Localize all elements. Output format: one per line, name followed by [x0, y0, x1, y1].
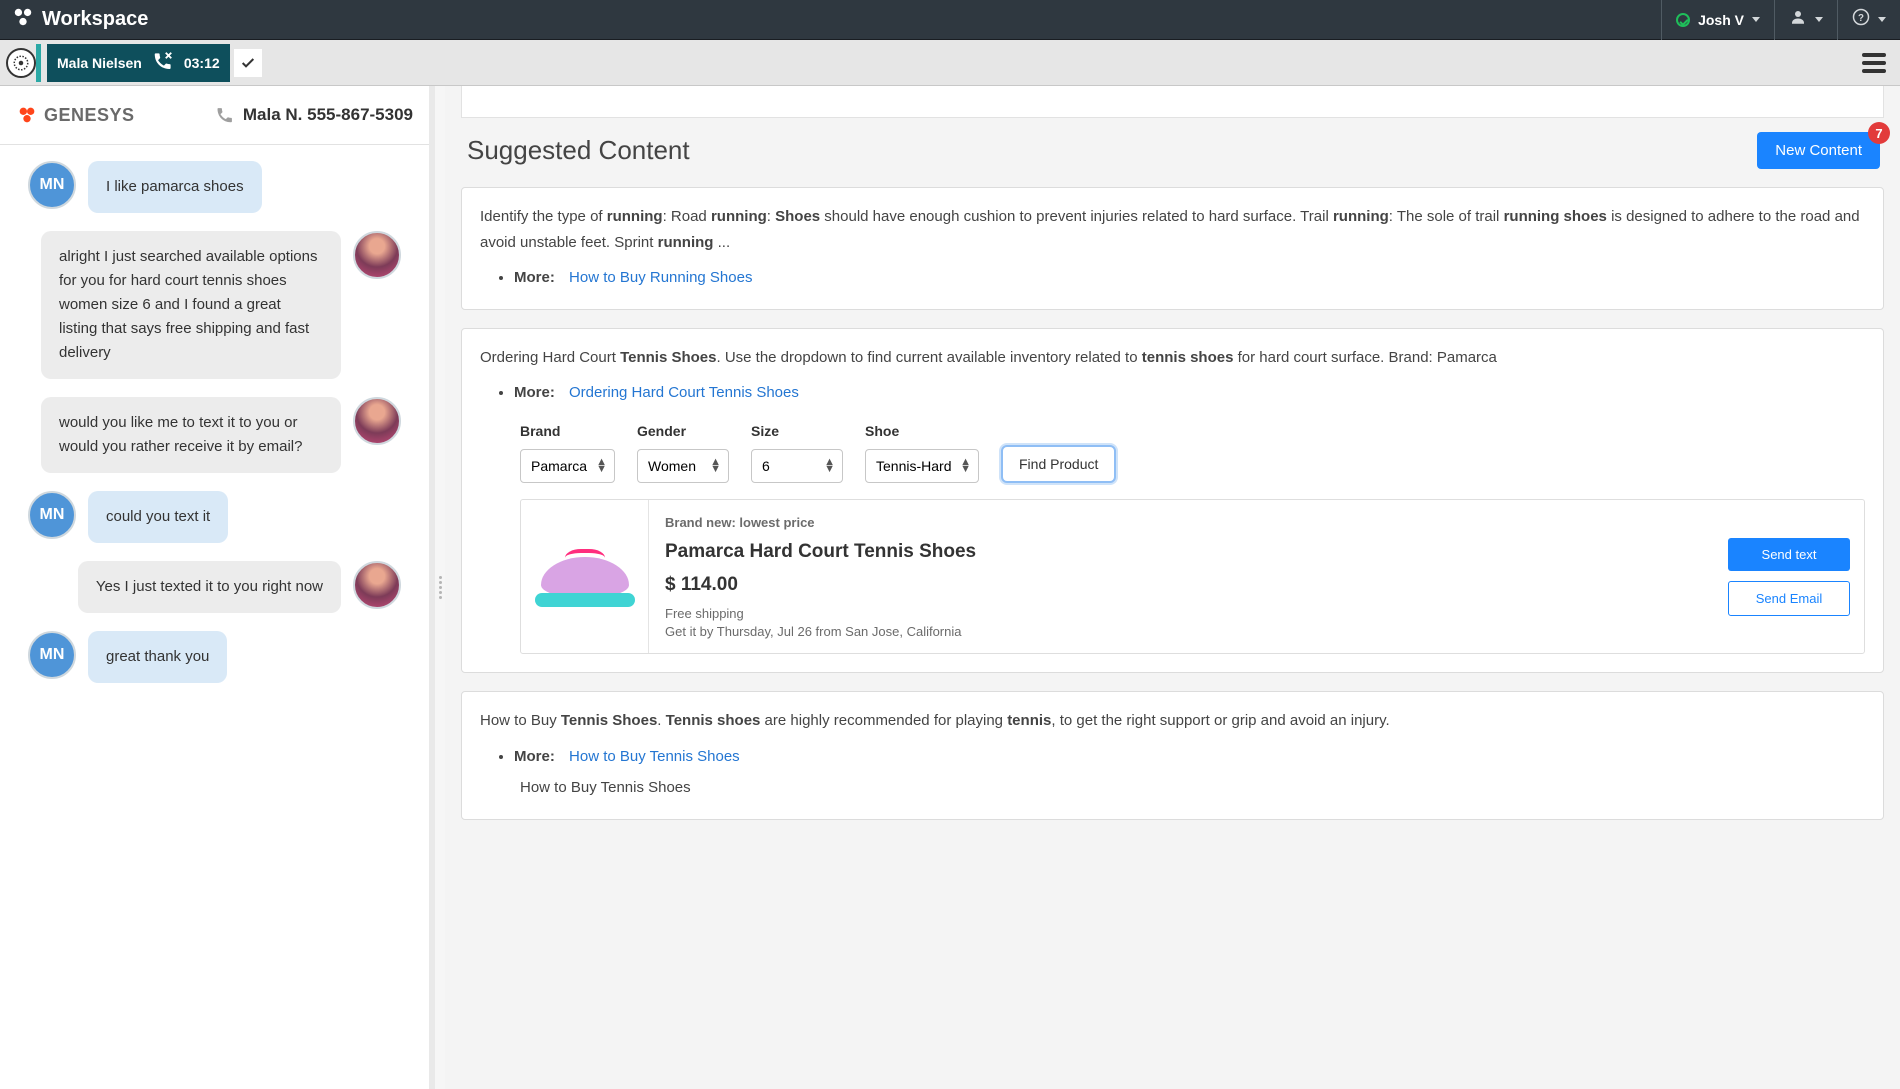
send-text-button[interactable]: Send text	[1728, 538, 1850, 571]
menu-button[interactable]	[1862, 53, 1886, 73]
chat-pane: GENESYS Mala N. 555-867-5309 MN I like p…	[0, 86, 435, 1089]
sub-heading: How to Buy Tennis Shoes	[520, 775, 1865, 801]
contacts-menu[interactable]	[1774, 0, 1837, 40]
call-timer: 03:12	[184, 55, 220, 71]
message-row: alright I just searched available option…	[28, 231, 401, 379]
more-label: More:	[514, 748, 555, 765]
caller-display: Mala N. 555-867-5309	[243, 105, 413, 125]
suggestion-card: Ordering Hard Court Tennis Shoes. Use th…	[461, 328, 1884, 674]
brand-name: GENESYS	[44, 105, 135, 126]
call-contact-name: Mala Nielsen	[57, 55, 142, 71]
product-condition: Brand new: lowest price	[665, 512, 1698, 534]
top-bar: Workspace Josh V ?	[0, 0, 1900, 40]
suggestion-text: Identify the type of running: Road runni…	[480, 204, 1865, 255]
message-row: would you like me to text it to you or w…	[28, 397, 401, 473]
suggestion-text: Ordering Hard Court Tennis Shoes. Use th…	[480, 345, 1865, 371]
caret-down-icon	[1752, 17, 1760, 22]
pane-splitter[interactable]	[435, 86, 445, 1089]
message-bubble: alright I just searched available option…	[41, 231, 341, 379]
svg-text:?: ?	[1858, 13, 1864, 24]
gender-select[interactable]: Women	[637, 449, 729, 483]
phone-icon	[215, 105, 235, 125]
more-label: More:	[514, 269, 555, 286]
content-top-placeholder	[461, 86, 1884, 118]
workspace-icon	[12, 6, 34, 34]
user-name: Josh V	[1698, 12, 1744, 28]
product-name: Pamarca Hard Court Tennis Shoes	[665, 536, 1698, 568]
mark-done-button[interactable]	[234, 49, 262, 77]
suggestion-card: Identify the type of running: Road runni…	[461, 187, 1884, 310]
more-link[interactable]: How to Buy Running Shoes	[569, 269, 752, 286]
avatar	[353, 561, 401, 609]
help-menu[interactable]: ?	[1837, 0, 1900, 40]
message-row: Yes I just texted it to you right now	[28, 561, 401, 613]
section-title: Suggested Content	[467, 135, 690, 166]
caret-down-icon	[1815, 17, 1823, 22]
genesys-logo: GENESYS	[16, 104, 135, 126]
size-label: Size	[751, 420, 843, 444]
product-shipping: Free shipping	[665, 605, 1698, 623]
avatar	[353, 397, 401, 445]
product-thumbnail	[521, 500, 649, 653]
send-email-button[interactable]: Send Email	[1728, 581, 1850, 616]
content-pane[interactable]: Suggested Content New Content 7 Identify…	[445, 86, 1900, 1089]
size-select[interactable]: 6	[751, 449, 843, 483]
caret-down-icon	[1878, 17, 1886, 22]
message-bubble: could you text it	[88, 491, 228, 543]
message-bubble: I like pamarca shoes	[88, 161, 262, 213]
suggestion-card: How to Buy Tennis Shoes. Tennis shoes ar…	[461, 691, 1884, 820]
more-link[interactable]: How to Buy Tennis Shoes	[569, 748, 740, 765]
chat-header: GENESYS Mala N. 555-867-5309	[0, 86, 429, 145]
product-result: Brand new: lowest price Pamarca Hard Cou…	[520, 499, 1865, 654]
message-bubble: great thank you	[88, 631, 227, 683]
message-row: MN great thank you	[28, 631, 401, 683]
brand-select[interactable]: Pamarca	[520, 449, 615, 483]
gender-label: Gender	[637, 420, 729, 444]
avatar: MN	[28, 491, 76, 539]
phone-hangup-icon	[152, 50, 174, 75]
help-icon: ?	[1852, 8, 1870, 31]
avatar	[353, 231, 401, 279]
shoe-icon	[535, 547, 635, 607]
person-icon	[1789, 8, 1807, 31]
brand-label: Brand	[520, 420, 615, 444]
product-filters: Brand Pamarca▲▼ Gender Women▲▼ Size 6▲▼ …	[520, 420, 1865, 484]
shoe-label: Shoe	[865, 420, 979, 444]
new-content-button[interactable]: New Content	[1757, 132, 1880, 169]
message-row: MN could you text it	[28, 491, 401, 543]
new-content-badge: 7	[1868, 122, 1890, 144]
shoe-select[interactable]: Tennis-Hard	[865, 449, 979, 483]
more-label: More:	[514, 384, 555, 401]
avatar: MN	[28, 161, 76, 209]
user-menu[interactable]: Josh V	[1661, 0, 1774, 40]
message-row: MN I like pamarca shoes	[28, 161, 401, 213]
app-title: Workspace	[42, 8, 148, 31]
message-bubble: Yes I just texted it to you right now	[78, 561, 341, 613]
status-available-icon	[1676, 13, 1690, 27]
find-product-button[interactable]: Find Product	[1001, 445, 1116, 483]
avatar: MN	[28, 631, 76, 679]
product-price: $ 114.00	[665, 569, 1698, 601]
active-call-indicator	[36, 44, 41, 82]
active-call-tab[interactable]: Mala Nielsen 03:12	[47, 44, 230, 82]
interaction-type-icon[interactable]	[6, 48, 36, 78]
caller-info: Mala N. 555-867-5309	[215, 105, 413, 125]
chat-messages[interactable]: MN I like pamarca shoes alright I just s…	[0, 145, 429, 1089]
message-bubble: would you like me to text it to you or w…	[41, 397, 341, 473]
product-delivery: Get it by Thursday, Jul 26 from San Jose…	[665, 623, 1698, 641]
workspace-logo: Workspace	[0, 6, 160, 34]
interaction-bar: Mala Nielsen 03:12	[0, 40, 1900, 86]
more-link[interactable]: Ordering Hard Court Tennis Shoes	[569, 384, 799, 401]
suggestion-text: How to Buy Tennis Shoes. Tennis shoes ar…	[480, 708, 1865, 734]
